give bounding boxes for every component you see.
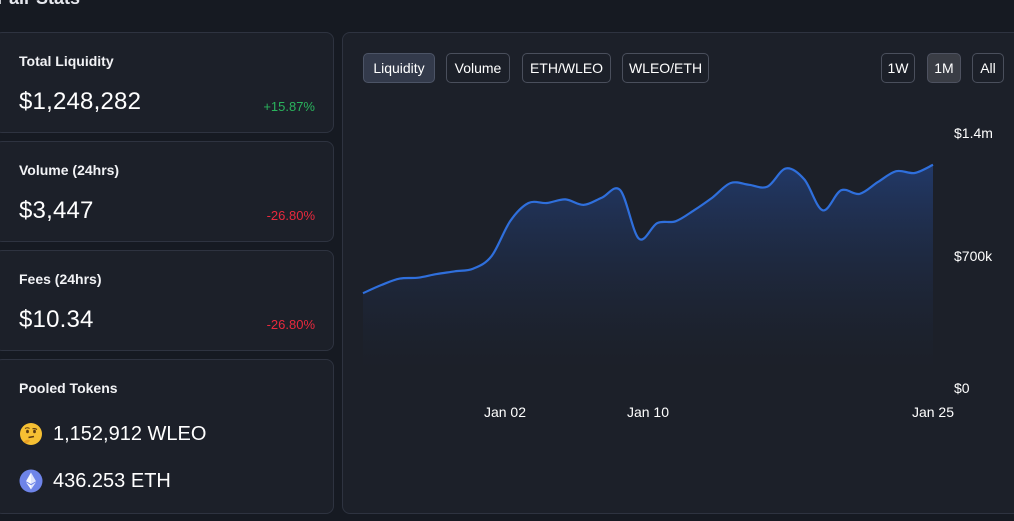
data-point [932,164,934,166]
volume-value: $3,447 [19,197,94,224]
thinking-face-icon [20,423,42,445]
chart-panel: Liquidity Volume ETH/WLEO WLEO/ETH 1W 1M… [342,32,1014,514]
pooled-tokens-label: Pooled Tokens [19,380,118,396]
data-point [638,238,640,240]
data-point [748,184,750,186]
data-point [767,186,769,188]
data-point [803,178,805,180]
chart-area [363,164,933,369]
data-point [711,197,713,199]
data-point [914,172,916,174]
data-point [785,167,787,169]
data-point [822,209,824,211]
data-point [656,222,658,224]
data-point [528,202,530,204]
data-point [509,220,511,222]
data-point [380,284,382,286]
data-point [693,209,695,211]
fees-change: -26.80% [266,317,315,332]
liquidity-chart: $1.4m $700k $0 Jan 02 Jan 10 Jan 25 [362,125,993,420]
volume-change: -26.80% [266,208,315,223]
data-point [859,193,861,195]
token-amount-wleo: 1,152,912 WLEO [53,422,207,445]
total-liquidity-label: Total Liquidity [19,53,114,69]
data-point [564,198,566,200]
y-tick-label: $1.4m [954,125,993,141]
data-point [601,197,603,199]
data-point [399,278,401,280]
token-row-wleo: 1,152,912 WLEO [19,422,206,446]
data-point [840,189,842,191]
total-liquidity-change: +15.87% [263,99,315,114]
total-liquidity-value: $1,248,282 [19,88,142,115]
fees-value: $10.34 [19,306,94,333]
data-point [436,273,438,275]
data-point [546,202,548,204]
x-tick-label: Jan 25 [912,404,954,420]
page-heading: Pair Stats [0,0,80,9]
data-point [730,182,732,184]
ethereum-icon [19,469,43,493]
data-point [417,277,419,279]
data-point [877,181,879,183]
y-tick-label: $700k [954,248,993,264]
data-point [895,170,897,172]
token-amount-eth: 436.253 ETH [53,469,171,492]
fees-card: Fees (24hrs) $10.34 -26.80% [0,250,334,351]
token-row-eth: 436.253 ETH [19,469,171,493]
total-liquidity-card: Total Liquidity $1,248,282 +15.87% [0,32,334,133]
volume-label: Volume (24hrs) [19,162,120,178]
pooled-tokens-card: Pooled Tokens 1,152,912 WLEO 436.253 ETH [0,359,334,514]
data-point [454,270,456,272]
fees-label: Fees (24hrs) [19,271,102,287]
data-point [675,220,677,222]
data-point [491,255,493,257]
data-point [619,189,621,191]
y-tick-label: $0 [954,380,970,396]
x-tick-label: Jan 10 [627,404,669,420]
x-tick-label: Jan 02 [484,404,526,420]
data-point [472,268,474,270]
volume-card: Volume (24hrs) $3,447 -26.80% [0,141,334,242]
data-point [583,204,585,206]
data-point [362,292,364,294]
